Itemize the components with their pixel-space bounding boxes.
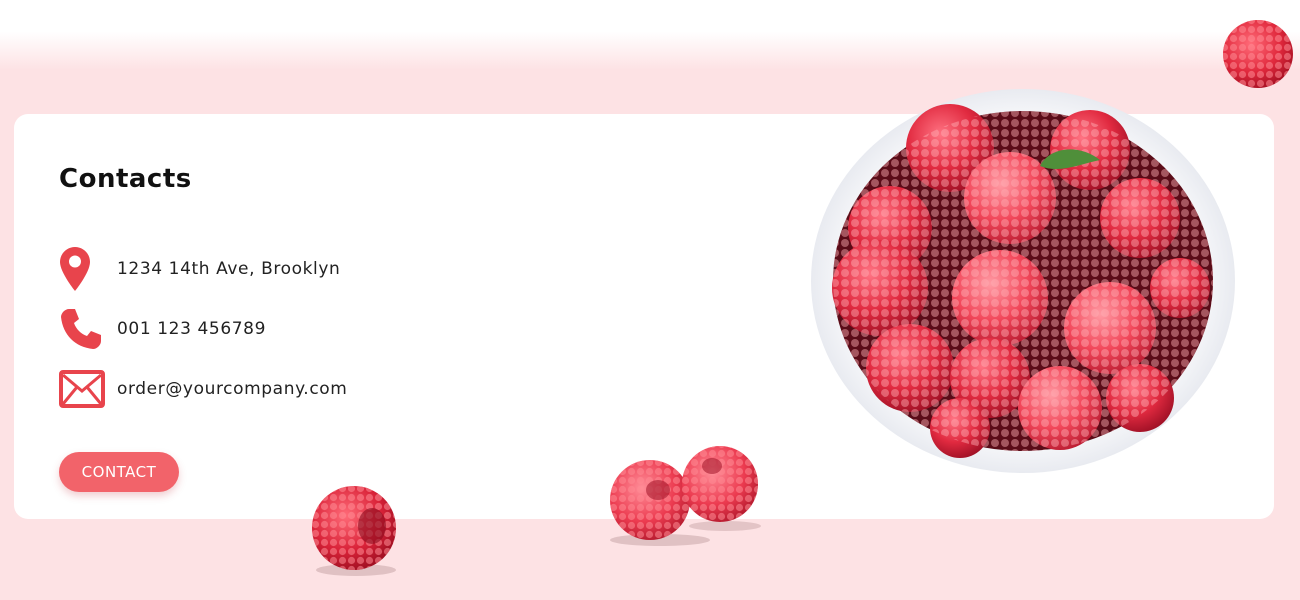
raspberry-pair-decoration [610, 446, 761, 546]
address-row: 1234 14th Ave, Brooklyn [59, 246, 340, 292]
location-pin-icon [59, 246, 105, 292]
envelope-icon [59, 366, 105, 412]
top-white-fade [0, 0, 1300, 70]
email-row: order@yourcompany.com [59, 366, 347, 412]
contacts-section: Contacts 1234 14th Ave, Brooklyn 001 123… [0, 0, 1300, 600]
raspberry-decoration-bottom-left [312, 486, 396, 576]
phone-text: 001 123 456789 [117, 319, 266, 339]
contact-button[interactable]: CONTACT [59, 452, 179, 492]
email-text: order@yourcompany.com [117, 379, 348, 399]
contacts-title: Contacts [59, 164, 192, 194]
raspberry-bowl-image [811, 89, 1235, 473]
phone-row: 001 123 456789 [59, 306, 266, 352]
raspberry-decoration-top-right [1223, 20, 1293, 88]
phone-icon [59, 306, 105, 352]
address-text: 1234 14th Ave, Brooklyn [117, 259, 341, 279]
